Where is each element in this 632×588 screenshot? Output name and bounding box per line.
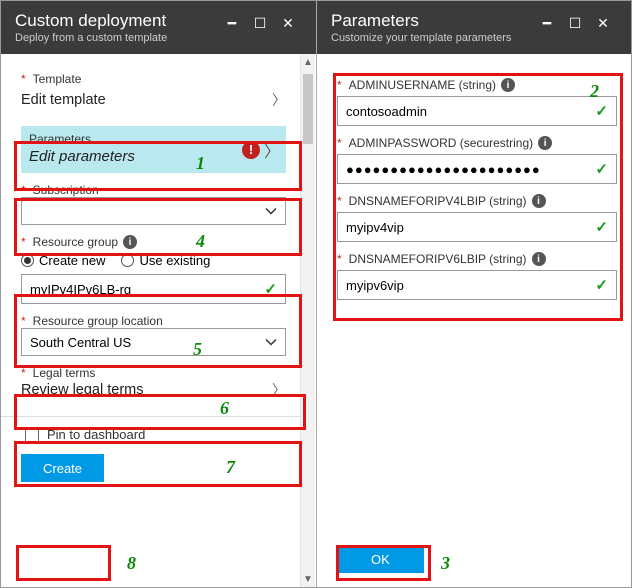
- pane-header: Parameters Customize your template param…: [317, 1, 631, 54]
- pane-title: Parameters: [331, 11, 533, 31]
- check-icon: ✓: [595, 276, 608, 294]
- rg-location-select[interactable]: South Central US: [21, 328, 286, 356]
- pane-subtitle: Customize your template parameters: [331, 32, 533, 44]
- dnsipv6-label: DNSNAMEFORIPV6LBIP (string) i: [337, 252, 617, 266]
- rg-create-new-radio[interactable]: Create new: [21, 253, 105, 268]
- info-icon[interactable]: i: [532, 194, 546, 208]
- rg-use-existing-radio[interactable]: Use existing: [121, 253, 210, 268]
- scroll-down-icon[interactable]: ▼: [301, 571, 315, 587]
- right-body: ADMINUSERNAME (string) i contosoadmin ✓ …: [317, 54, 631, 587]
- adminusername-input[interactable]: contosoadmin ✓: [337, 96, 617, 126]
- scroll-thumb[interactable]: [303, 74, 313, 144]
- minimize-icon[interactable]: ━: [218, 11, 246, 35]
- edit-template-row[interactable]: Edit template 〉: [21, 86, 286, 116]
- azure-two-pane-layout: Custom deployment Deploy from a custom t…: [0, 0, 632, 588]
- alert-icon: !: [242, 141, 260, 159]
- info-icon[interactable]: i: [501, 78, 515, 92]
- edit-template-text: Edit template: [21, 92, 106, 108]
- rg-name-input[interactable]: myIPv4IPv6LB-rg ✓: [21, 274, 286, 304]
- rg-name-value: myIPv4IPv6LB-rg: [30, 282, 131, 297]
- check-icon: ✓: [595, 102, 608, 120]
- subscription-label: Subscription: [21, 183, 286, 197]
- rg-radio-group: Create new Use existing: [21, 249, 286, 274]
- scroll-up-icon[interactable]: ▲: [301, 54, 315, 70]
- rg-location-label: Resource group location: [21, 314, 286, 328]
- chevron-right-icon: 〉: [272, 380, 286, 400]
- pane-header: Custom deployment Deploy from a custom t…: [1, 1, 316, 54]
- edit-parameters-row[interactable]: Parameters Edit parameters ! 〉: [21, 126, 286, 173]
- pin-to-dashboard-checkbox[interactable]: Pin to dashboard: [25, 427, 286, 442]
- close-icon[interactable]: ✕: [589, 11, 617, 35]
- dnsipv4-label: DNSNAMEFORIPV4LBIP (string) i: [337, 194, 617, 208]
- parameters-pane: Parameters Customize your template param…: [317, 1, 631, 587]
- pane-title: Custom deployment: [15, 11, 218, 31]
- check-icon: ✓: [595, 218, 608, 236]
- divider: [1, 416, 300, 417]
- check-icon: ✓: [264, 280, 277, 298]
- subscription-select[interactable]: [21, 197, 286, 225]
- resource-group-label: Resource group i: [21, 235, 286, 249]
- review-legal-terms-row[interactable]: Review legal terms 〉: [21, 380, 286, 406]
- ok-button[interactable]: OK: [337, 545, 424, 573]
- adminpassword-label: ADMINPASSWORD (securestring) i: [337, 136, 617, 150]
- minimize-icon[interactable]: ━: [533, 11, 561, 35]
- create-button[interactable]: Create: [21, 454, 104, 482]
- check-icon: ✓: [595, 160, 608, 178]
- chevron-down-icon: [265, 204, 277, 219]
- dnsipv4-input[interactable]: myipv4vip ✓: [337, 212, 617, 242]
- chevron-right-icon: 〉: [272, 90, 286, 110]
- maximize-icon[interactable]: ☐: [561, 11, 589, 35]
- pane-subtitle: Deploy from a custom template: [15, 32, 218, 44]
- parameters-value: Edit parameters: [29, 148, 278, 165]
- adminpassword-input[interactable]: ●●●●●●●●●●●●●●●●●●●●●● ✓: [337, 154, 617, 184]
- left-body: Template Edit template 〉 Parameters Edit…: [1, 54, 300, 587]
- legal-terms-label: Legal terms: [21, 366, 286, 380]
- custom-deployment-pane: Custom deployment Deploy from a custom t…: [1, 1, 317, 587]
- adminusername-label: ADMINUSERNAME (string) i: [337, 78, 617, 92]
- template-label: Template: [21, 72, 286, 86]
- scrollbar[interactable]: ▲ ▼: [300, 54, 315, 587]
- chevron-right-icon: 〉: [264, 138, 280, 162]
- close-icon[interactable]: ✕: [274, 11, 302, 35]
- info-icon[interactable]: i: [538, 136, 552, 150]
- maximize-icon[interactable]: ☐: [246, 11, 274, 35]
- legal-terms-value: Review legal terms: [21, 382, 144, 398]
- info-icon[interactable]: i: [532, 252, 546, 266]
- parameters-label: Parameters: [29, 132, 278, 146]
- checkbox-box-icon: [25, 428, 39, 442]
- info-icon[interactable]: i: [123, 235, 137, 249]
- dnsipv6-input[interactable]: myipv6vip ✓: [337, 270, 617, 300]
- rg-location-value: South Central US: [30, 335, 131, 350]
- radio-off-icon: [121, 254, 134, 267]
- radio-on-icon: [21, 254, 34, 267]
- chevron-down-icon: [265, 335, 277, 350]
